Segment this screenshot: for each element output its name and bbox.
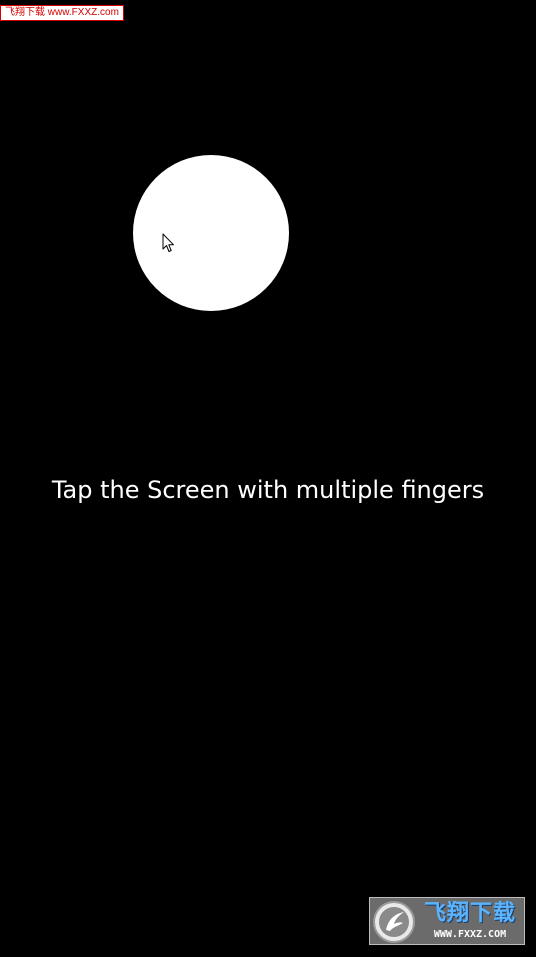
watermark-brand-title: 飞翔下载	[423, 901, 516, 926]
instruction-text: Tap the Screen with multiple fingers	[51, 476, 485, 504]
site-watermark-bottom: 飞翔下载 WWW.FXXZ.COM	[369, 897, 525, 945]
mouse-pointer-icon	[162, 233, 174, 252]
touch-point-circle	[133, 155, 289, 311]
site-watermark-top: 飞翔下载 www.FXXZ.com	[0, 5, 124, 21]
touch-canvas[interactable]: 飞翔下载 www.FXXZ.com Tap the Screen with mu…	[0, 0, 536, 957]
fxxz-logo-icon	[373, 901, 415, 943]
watermark-brand-url: WWW.FXXZ.COM	[433, 929, 507, 940]
